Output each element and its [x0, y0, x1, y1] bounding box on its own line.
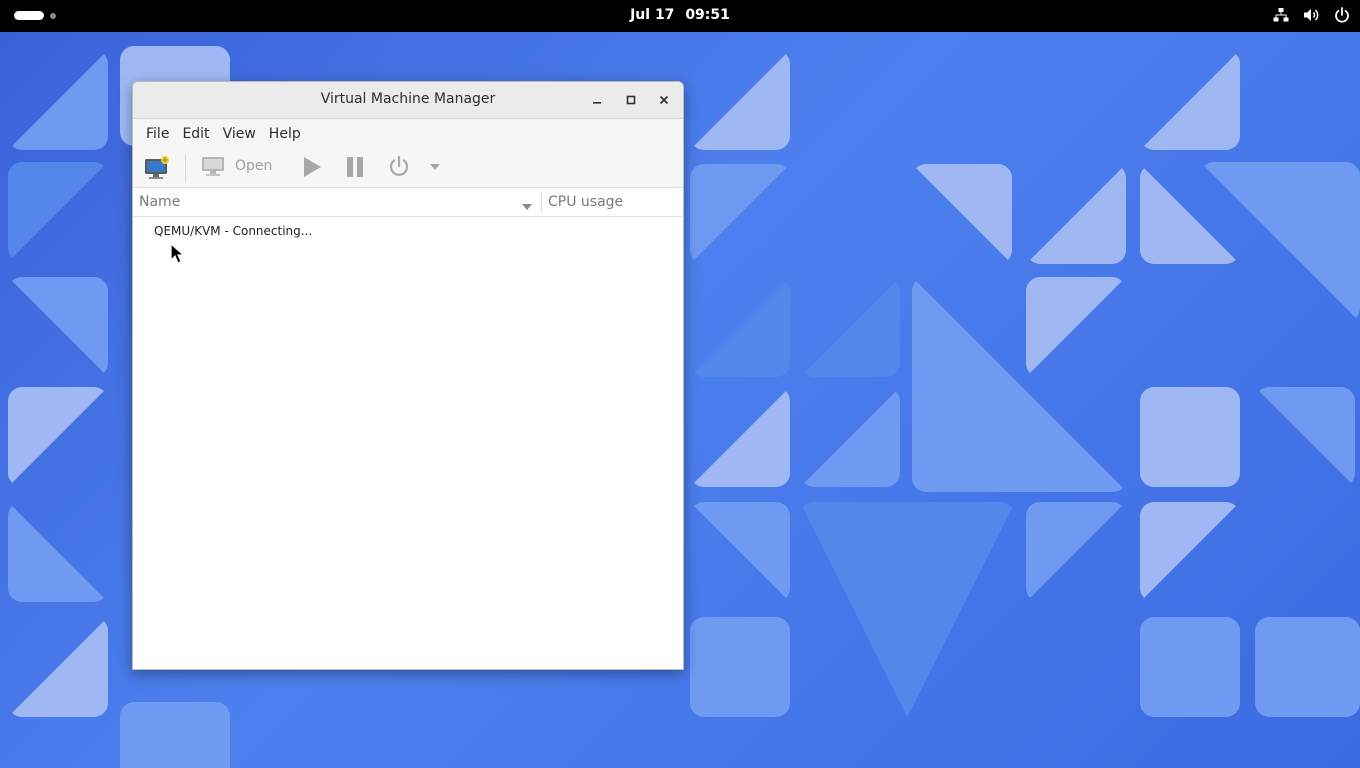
wallpaper-shape: [912, 277, 1127, 492]
wallpaper-shape: [690, 164, 790, 264]
column-header-cpu[interactable]: CPU usage: [548, 194, 623, 210]
wallpaper-shape: [8, 50, 108, 150]
pause-button[interactable]: [344, 155, 366, 179]
menu-file[interactable]: File: [140, 122, 175, 146]
wallpaper-shape: [1026, 164, 1126, 264]
wallpaper-shape: [690, 617, 790, 717]
menu-edit[interactable]: Edit: [176, 122, 215, 146]
new-vm-button[interactable]: [143, 155, 171, 181]
wallpaper-shape: [1026, 502, 1126, 602]
wallpaper-shape: [1200, 162, 1360, 322]
monitor-icon: [202, 157, 224, 176]
wallpaper-shape: [690, 502, 790, 602]
pause-icon: [347, 157, 363, 177]
vm-list-header: Name CPU usage: [133, 188, 683, 217]
wallpaper-shape: [1140, 387, 1240, 487]
power-icon: [389, 155, 409, 176]
shutdown-button[interactable]: [387, 155, 411, 179]
wallpaper-shape: [800, 502, 1015, 717]
wallpaper-shape: [1140, 502, 1240, 602]
open-button[interactable]: Open: [201, 155, 272, 177]
wallpaper-shape: [800, 387, 900, 487]
vm-list[interactable]: QEMU/KVM - Connecting...: [133, 217, 683, 669]
virt-manager-window: Virtual Machine Manager File Edit View H…: [132, 81, 684, 670]
menu-help[interactable]: Help: [263, 122, 307, 146]
wallpaper-shape: [800, 277, 900, 377]
wallpaper-shape: [8, 162, 108, 262]
minimize-button[interactable]: [587, 90, 607, 110]
wallpaper-shape: [8, 502, 108, 602]
minimize-icon: [593, 102, 601, 104]
wallpaper-shape: [1026, 277, 1126, 377]
column-separator: [541, 192, 542, 212]
play-icon: [304, 157, 321, 177]
wallpaper-shape: [912, 164, 1012, 264]
clock-time: 09:51: [685, 7, 730, 23]
wallpaper-shape: [1140, 617, 1240, 717]
new-vm-icon: [145, 156, 169, 179]
chevron-down-icon: [430, 164, 440, 170]
wallpaper-shape: [1255, 387, 1355, 487]
system-tray[interactable]: [1273, 7, 1350, 23]
wallpaper-shape: [120, 702, 230, 768]
open-label: Open: [235, 158, 273, 174]
clock-date: Jul 17: [630, 7, 675, 23]
mouse-cursor-icon: [170, 242, 186, 269]
sort-dropdown-icon[interactable]: [521, 199, 533, 215]
column-header-name[interactable]: Name: [139, 194, 180, 210]
menu-bar: File Edit View Help: [133, 119, 683, 149]
toolbar-separator: [185, 155, 186, 183]
shutdown-menu-button[interactable]: [429, 163, 441, 171]
network-icon[interactable]: [1273, 7, 1289, 23]
power-icon[interactable]: [1334, 7, 1350, 23]
close-icon: [659, 95, 669, 105]
menu-view[interactable]: View: [217, 122, 262, 146]
wallpaper-shape: [690, 387, 790, 487]
wallpaper-shape: [8, 617, 108, 717]
run-button[interactable]: [301, 155, 323, 179]
wallpaper-shape: [1255, 617, 1360, 717]
clock[interactable]: Jul 17 09:51: [0, 7, 1360, 23]
volume-icon[interactable]: [1303, 7, 1320, 23]
wallpaper-shape: [8, 387, 108, 487]
close-button[interactable]: [654, 90, 674, 110]
toolbar: Open: [133, 149, 683, 188]
wallpaper-shape: [1140, 50, 1240, 150]
maximize-icon: [626, 95, 636, 105]
wallpaper-shape: [690, 277, 790, 377]
connection-row[interactable]: QEMU/KVM - Connecting...: [154, 224, 312, 238]
title-bar[interactable]: Virtual Machine Manager: [133, 82, 683, 119]
maximize-button[interactable]: [621, 90, 641, 110]
wallpaper-shape: [690, 50, 790, 150]
wallpaper-shape: [8, 277, 108, 377]
top-bar: Jul 17 09:51: [0, 0, 1360, 32]
